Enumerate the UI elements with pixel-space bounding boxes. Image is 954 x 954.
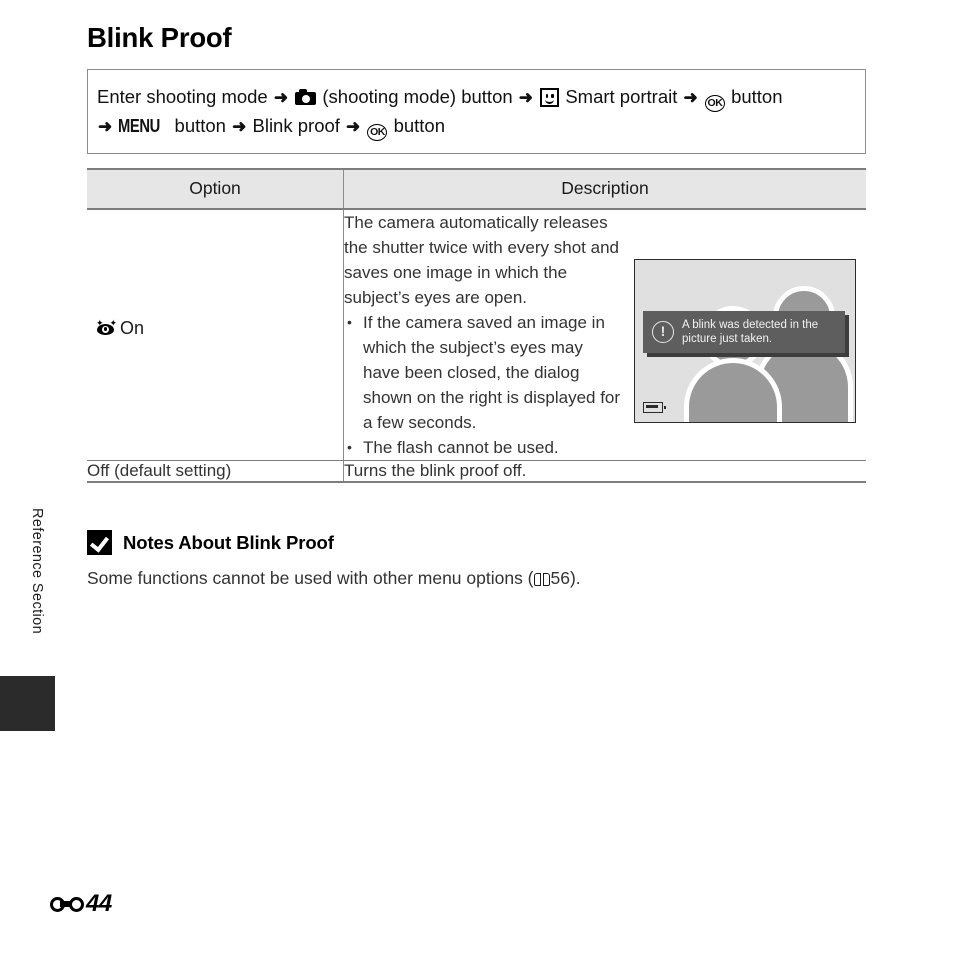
- nav-seg-enter-shooting-mode: Enter shooting mode: [97, 86, 268, 107]
- navigation-path-line-2: ➜ MENU button ➜ Blink proof ➜ OK button: [97, 112, 856, 141]
- navigation-path-line-1: Enter shooting mode ➜ (shooting mode) bu…: [97, 83, 856, 112]
- notes-body: Some functions cannot be used with other…: [87, 566, 867, 590]
- options-table: Option Description ✦ ✦ On The camera aut…: [87, 168, 866, 483]
- camera-icon: [295, 89, 317, 105]
- camera-monitor-illustration: ! A blink was detected in the picture ju…: [634, 259, 856, 423]
- page-number-text: 44: [86, 890, 112, 917]
- arrow-right-icon: ➜: [98, 117, 113, 136]
- page-number: 44: [50, 890, 112, 918]
- description-bullet-list: If the camera saved an image in which th…: [344, 310, 624, 460]
- navigation-path-box: Enter shooting mode ➜ (shooting mode) bu…: [87, 69, 866, 154]
- battery-icon: [643, 402, 666, 413]
- option-cell-on: ✦ ✦ On: [87, 209, 344, 461]
- arrow-right-icon: ➜: [518, 88, 534, 107]
- blink-proof-eye-icon: ✦ ✦: [96, 318, 117, 337]
- option-label-on: On: [120, 318, 145, 338]
- table-header-row: Option Description: [87, 168, 866, 210]
- reference-section-glyph-icon: [50, 895, 84, 914]
- table-row-off: Off (default setting) Turns the blink pr…: [87, 460, 866, 483]
- blink-detected-dialog: ! A blink was detected in the picture ju…: [643, 311, 845, 353]
- book-reference-icon: [533, 573, 550, 586]
- option-cell-off: Off (default setting): [87, 460, 344, 483]
- nav-seg-button: button: [731, 86, 783, 107]
- smiley-face-icon: [540, 88, 560, 107]
- ok-button-icon: OK: [367, 124, 388, 141]
- description-body: The camera automatically releases the sh…: [344, 210, 624, 460]
- nav-seg-shooting-mode-button: (shooting mode) button: [322, 86, 513, 107]
- notes-text-before: Some functions cannot be used with other…: [87, 568, 534, 588]
- description-bullet: If the camera saved an image in which th…: [344, 310, 624, 435]
- arrow-right-icon: ➜: [346, 117, 361, 136]
- arrow-right-icon: ➜: [683, 88, 698, 107]
- caution-check-icon: [87, 530, 112, 555]
- side-tab-label: Reference Section: [29, 508, 45, 635]
- exclamation-icon: !: [652, 321, 674, 343]
- menu-button-glyph: MENU: [118, 116, 161, 136]
- dialog-message: A blink was detected in the picture just…: [682, 319, 819, 345]
- page-title: Blink Proof: [87, 22, 232, 53]
- notes-title: Notes About Blink Proof: [123, 531, 334, 553]
- column-header-option: Option: [87, 168, 344, 210]
- nav-seg-button: button: [174, 115, 226, 136]
- nav-seg-blink-proof: Blink proof: [252, 115, 340, 136]
- manual-page: Reference Section Blink Proof Enter shoo…: [0, 0, 954, 954]
- notes-reference-page: 56: [550, 568, 570, 588]
- description-intro: The camera automatically releases the sh…: [344, 213, 619, 307]
- notes-text-after: ).: [569, 568, 581, 588]
- side-tab-marker: [0, 676, 55, 731]
- arrow-right-icon: ➜: [232, 117, 247, 136]
- table-row-on: ✦ ✦ On The camera automatically releases…: [87, 209, 866, 461]
- nav-seg-smart-portrait: Smart portrait: [565, 86, 678, 107]
- description-bullet: The flash cannot be used.: [344, 435, 624, 460]
- notes-section: Notes About Blink Proof Some functions c…: [87, 530, 867, 590]
- description-cell-off: Turns the blink proof off.: [343, 460, 866, 483]
- notes-heading: Notes About Blink Proof: [87, 530, 867, 555]
- column-header-description: Description: [343, 168, 866, 210]
- ok-button-icon: OK: [704, 95, 725, 112]
- description-cell-on: The camera automatically releases the sh…: [343, 209, 866, 461]
- arrow-right-icon: ➜: [273, 88, 289, 107]
- nav-seg-button: button: [393, 115, 446, 136]
